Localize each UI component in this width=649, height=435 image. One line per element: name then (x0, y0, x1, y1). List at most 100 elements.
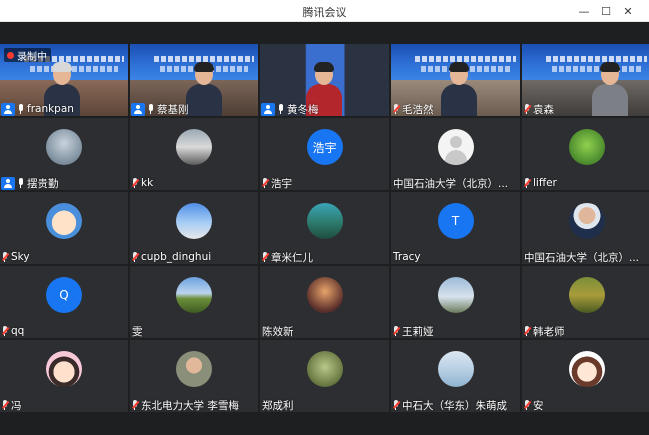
host-icon (261, 102, 275, 116)
participant-name: cupb_dinghui (141, 251, 212, 263)
participant-tile[interactable]: 冯 (0, 340, 128, 412)
text-avatar: T (437, 203, 474, 239)
participant-tile[interactable]: 中石大（华东）朱萌成 (391, 340, 520, 412)
participant-name: 安 (533, 399, 544, 412)
host-icon (1, 176, 15, 190)
participant-name: 中国石油大学（北京）... (393, 177, 509, 190)
host-icon (131, 102, 145, 116)
farmland-avatar-icon (568, 277, 605, 313)
name-bar: 陈效新 (260, 324, 389, 338)
participant-name: 黄冬梅 (287, 103, 319, 116)
minimize-button[interactable]: — (575, 2, 593, 20)
participant-tile[interactable]: 蔡基刚 (130, 44, 258, 116)
name-bar: 安 (522, 398, 649, 412)
participant-tile[interactable]: 郑成利 (260, 340, 389, 412)
close-button[interactable]: ✕ (619, 2, 637, 20)
participant-tile[interactable]: Q qq (0, 266, 128, 338)
palm-avatar-icon (306, 277, 343, 313)
participant-name: kk (141, 177, 154, 189)
sky-avatar-icon (176, 203, 212, 239)
name-bar: 黄冬梅 (260, 102, 389, 116)
mic-muted-icon (523, 325, 531, 337)
man-avatar-icon (568, 203, 605, 239)
name-bar: cupb_dinghui (130, 250, 258, 264)
participant-name: 袁森 (533, 103, 554, 116)
participant-name: 中国石油大学（北京）... (524, 251, 640, 264)
participant-tile[interactable]: 雯 (130, 266, 258, 338)
participant-tile[interactable]: 袁森 (522, 44, 649, 116)
name-bar: 中石大（华东）朱萌成 (391, 398, 520, 412)
participant-tile[interactable]: kk (130, 118, 258, 190)
mic-muted-icon (1, 399, 9, 411)
participant-tile-active-speaker[interactable]: 黄冬梅 (260, 44, 389, 116)
participant-name: qq (11, 325, 25, 337)
participant-tile[interactable]: T Tracy (391, 192, 520, 264)
mic-icon (147, 103, 155, 115)
participant-name: liffer (533, 177, 557, 189)
participant-tile[interactable]: 东北电力大学 李雪梅 (130, 340, 258, 412)
mic-muted-icon (261, 251, 269, 263)
name-bar: 韩老师 (522, 324, 649, 338)
participant-tile[interactable]: 陈效新 (260, 266, 389, 338)
mic-icon (17, 177, 25, 189)
name-bar: 雯 (130, 324, 258, 338)
participant-tile[interactable]: 毛浩然 (391, 44, 520, 116)
participant-name: 章米仁儿 (271, 251, 313, 264)
name-bar: 袁森 (522, 102, 649, 116)
name-bar: Tracy (391, 250, 520, 264)
participant-tile[interactable]: 章米仁儿 (260, 192, 389, 264)
participant-tile[interactable]: 录制中 frankpan (0, 44, 128, 116)
name-bar: 浩宇 (260, 176, 389, 190)
mic-muted-icon (523, 399, 531, 411)
sea-avatar-icon (437, 351, 474, 387)
name-bar: liffer (522, 176, 649, 190)
name-bar: 中国石油大学（北京）... (522, 250, 649, 264)
participant-name: 陈效新 (262, 325, 294, 338)
girl-cartoon-avatar-icon (46, 351, 82, 387)
name-bar: 毛浩然 (391, 102, 520, 116)
name-bar: 中国石油大学（北京）... (391, 176, 520, 190)
participant-tile[interactable]: 韩老师 (522, 266, 649, 338)
street-avatar-icon (176, 129, 212, 165)
name-bar: kk (130, 176, 258, 190)
lake-avatar-icon (306, 203, 343, 239)
participant-tile[interactable]: liffer (522, 118, 649, 190)
field-avatar-icon (176, 277, 212, 313)
title-bar: 腾讯会议 — ☐ ✕ (0, 0, 649, 22)
tower-avatar-icon (437, 277, 474, 313)
mic-muted-icon (523, 103, 531, 115)
mic-muted-icon (392, 399, 400, 411)
participant-name: 浩宇 (271, 177, 292, 190)
mic-muted-icon (131, 399, 139, 411)
participant-tile[interactable]: 王莉娅 (391, 266, 520, 338)
name-bar: qq (0, 324, 128, 338)
participant-name: Sky (11, 251, 30, 263)
text-avatar: Q (46, 277, 82, 313)
participant-name: 冯 (11, 399, 22, 412)
participant-tile[interactable]: Sky (0, 192, 128, 264)
participant-tile[interactable]: 摆贵勤 (0, 118, 128, 190)
participant-tile[interactable]: 安 (522, 340, 649, 412)
participant-name: 蔡基刚 (157, 103, 189, 116)
mic-muted-icon (392, 325, 400, 337)
record-dot-icon (7, 51, 14, 59)
maximize-button[interactable]: ☐ (597, 2, 615, 20)
participant-tile[interactable]: 中国石油大学（北京）... (522, 192, 649, 264)
mic-muted-icon (131, 177, 139, 189)
participant-tile[interactable]: 浩宇 浩宇 (260, 118, 389, 190)
default-user-icon (437, 129, 474, 165)
name-bar: 章米仁儿 (260, 250, 389, 264)
participant-tile[interactable]: 中国石油大学（北京）... (391, 118, 520, 190)
participant-tile[interactable]: cupb_dinghui (130, 192, 258, 264)
participant-grid: 录制中 frankpan 蔡基刚 黄冬梅 毛浩然 袁森 摆贵勤 kk 浩宇 浩宇… (0, 44, 649, 412)
window-title: 腾讯会议 (302, 6, 347, 19)
participant-name: 毛浩然 (402, 103, 434, 116)
participant-name: 王莉娅 (402, 325, 434, 338)
girl-face-avatar-icon (568, 351, 605, 387)
name-bar: frankpan (0, 102, 128, 116)
name-bar: 冯 (0, 398, 128, 412)
name-bar: 王莉娅 (391, 324, 520, 338)
mic-icon (17, 103, 25, 115)
mic-muted-icon (523, 177, 531, 189)
participant-name: 雯 (132, 325, 143, 338)
